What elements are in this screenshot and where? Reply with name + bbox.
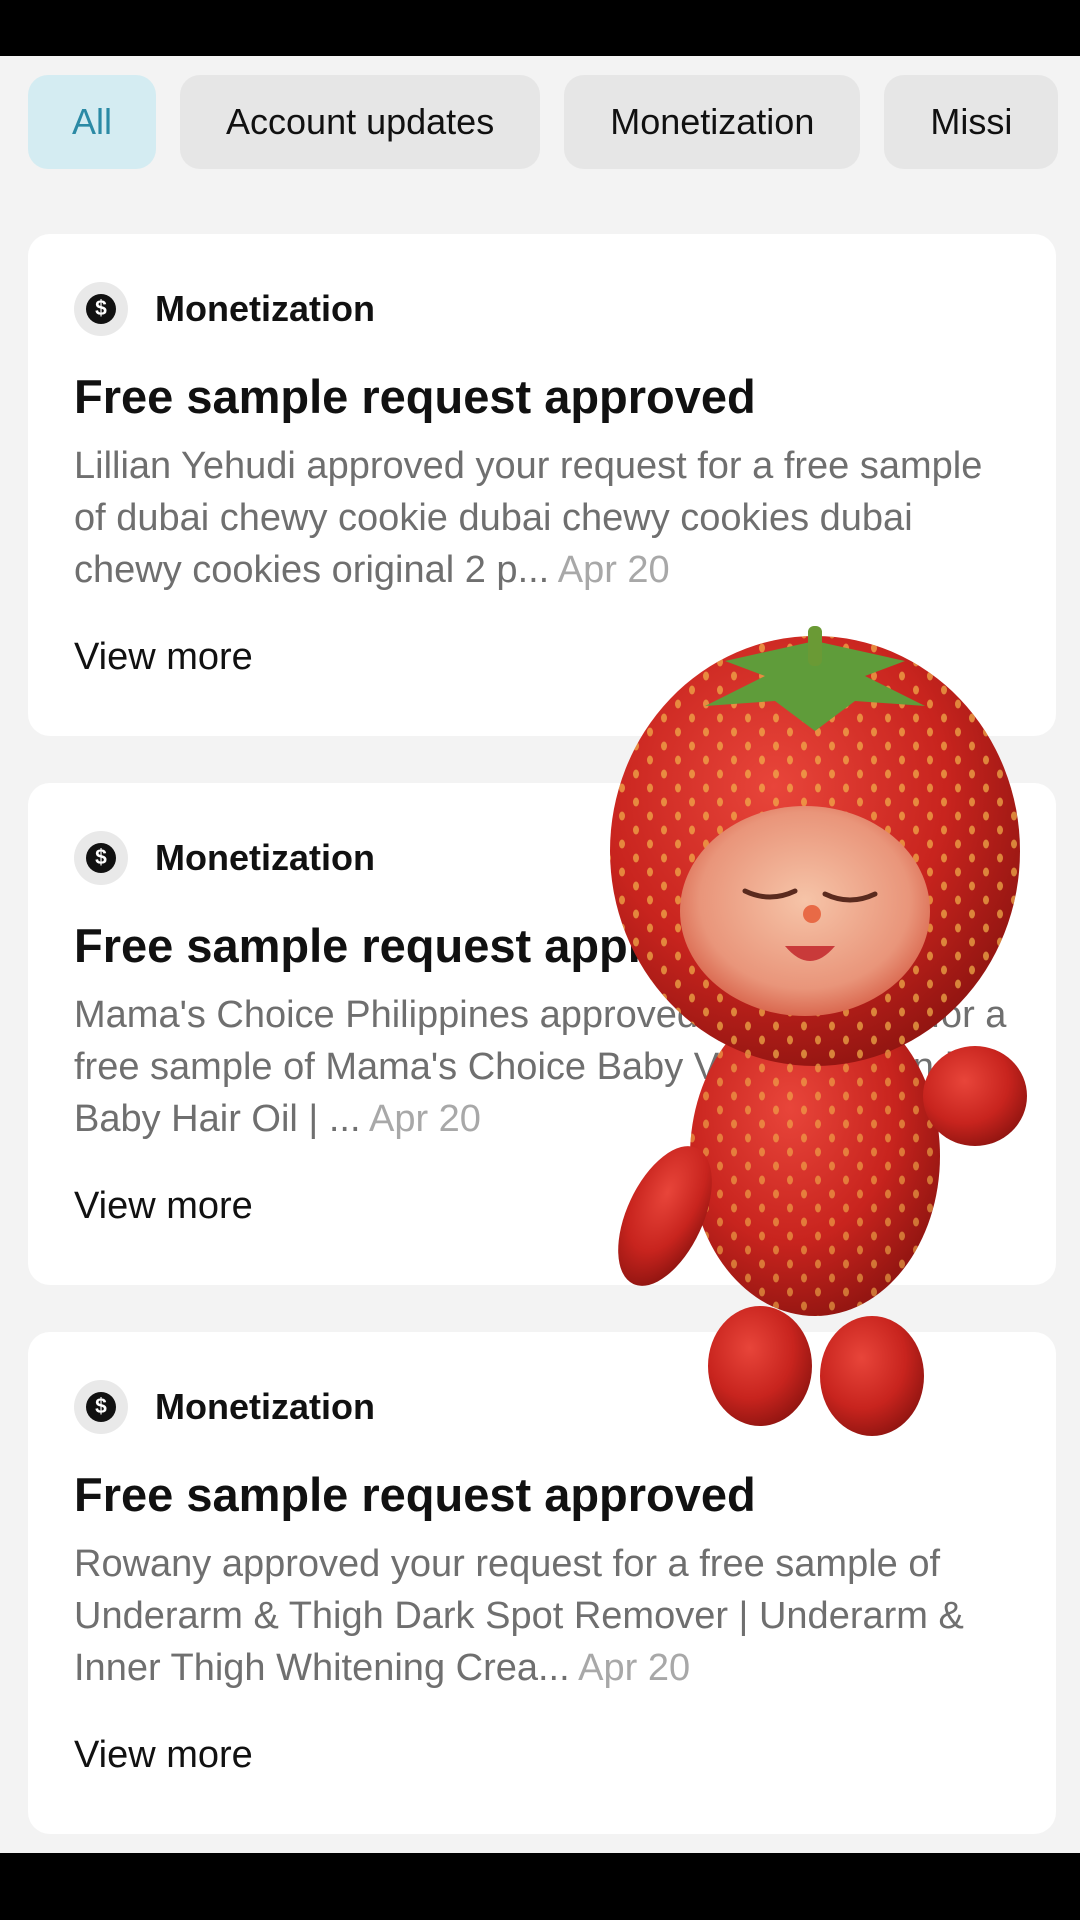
card-body-text: Rowany approved your request for a free … — [74, 1543, 964, 1689]
category-label: Monetization — [155, 288, 375, 329]
card-title: Free sample request approved — [74, 1468, 756, 1521]
top-black-bar — [0, 0, 1080, 56]
category-label: Monetization — [155, 1386, 375, 1427]
tab-all[interactable]: All — [28, 75, 157, 169]
notifications-screen: All Account updates Monetization Missi $… — [0, 56, 1080, 1853]
bottom-black-bar — [0, 1853, 1080, 1920]
tab-monetization[interactable]: Monetization — [564, 75, 861, 169]
view-more-link[interactable]: View more — [74, 1185, 253, 1228]
dollar-icon: $ — [74, 282, 128, 336]
card-body: Lillian Yehudi approved your request for… — [74, 440, 1014, 596]
card-category: $ Monetization — [74, 282, 375, 336]
card-category: $ Monetization — [74, 831, 375, 885]
card-date: Apr 20 — [578, 1647, 691, 1689]
filter-tabs: All Account updates Monetization Missi — [28, 75, 1059, 169]
tab-missions[interactable]: Missi — [884, 75, 1059, 169]
dollar-icon: $ — [74, 831, 128, 885]
card-category: $ Monetization — [74, 1380, 375, 1434]
dollar-icon: $ — [74, 1380, 128, 1434]
strawberry-character-sticker — [610, 626, 1027, 1436]
tab-account-updates[interactable]: Account updates — [180, 75, 541, 169]
view-more-link[interactable]: View more — [74, 1734, 253, 1777]
card-body: Rowany approved your request for a free … — [74, 1538, 1014, 1694]
card-body-text: Lillian Yehudi approved your request for… — [74, 445, 983, 591]
card-title: Free sample request approved — [74, 370, 756, 423]
card-date: Apr 20 — [368, 1098, 481, 1140]
view-more-link[interactable]: View more — [74, 636, 253, 679]
category-label: Monetization — [155, 837, 375, 878]
card-date: Apr 20 — [557, 549, 670, 591]
